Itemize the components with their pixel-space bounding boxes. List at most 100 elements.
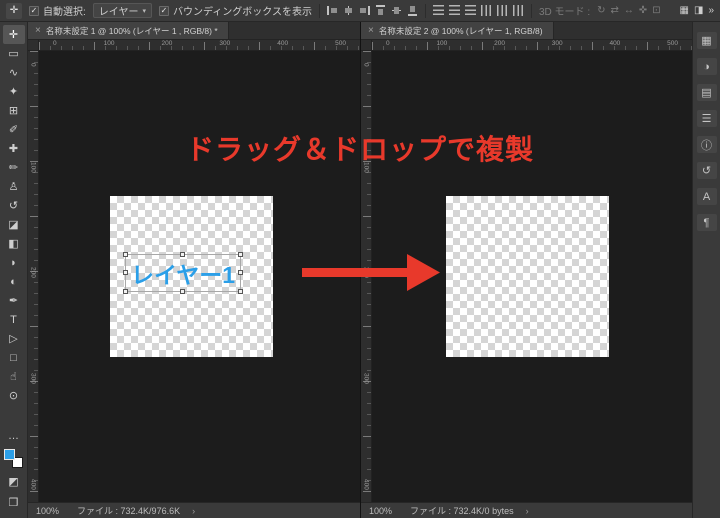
document-tab[interactable]: × 名称未設定 1 @ 100% (レイヤー 1 , RGB/8) * xyxy=(28,22,229,39)
color-swatches xyxy=(4,449,23,468)
character-panel-icon[interactable]: A xyxy=(696,188,717,205)
zoom-level[interactable]: 100% xyxy=(36,506,59,516)
auto-select-target-dropdown[interactable]: レイヤー ▾ xyxy=(92,3,152,18)
ruler-row: 0 100 200 300 400 500 xyxy=(361,40,692,51)
selection-handle[interactable] xyxy=(123,252,128,257)
distribute-left-icon[interactable] xyxy=(481,5,492,16)
status-chevron-icon[interactable]: › xyxy=(526,506,529,516)
options-bar-right-buttons: ▦ ◨ » xyxy=(680,5,714,16)
history-panel-icon[interactable]: ↺ xyxy=(696,162,717,179)
collapse-panels-icon[interactable]: » xyxy=(708,5,714,16)
ruler-origin[interactable] xyxy=(361,40,372,51)
document-tab-title: 名称未設定 2 @ 100% (レイヤー 1, RGB/8) xyxy=(378,25,543,36)
selection-handle[interactable] xyxy=(123,270,128,275)
eraser-tool-icon[interactable]: ◪ xyxy=(3,215,25,234)
auto-select-checkbox[interactable]: ✓ 自動選択: xyxy=(29,3,86,18)
align-right-icon[interactable] xyxy=(359,5,370,16)
options-bar: ✛ ✓ 自動選択: レイヤー ▾ ✓ バウンディングボックスを表示 3D モード… xyxy=(0,0,720,22)
selection-handle[interactable] xyxy=(123,289,128,294)
ruler-label: 0 xyxy=(386,40,390,47)
distribute-vertical-center-icon[interactable] xyxy=(449,5,460,16)
3d-drag-icon[interactable]: ↔ xyxy=(624,5,634,16)
ruler-label: 200 xyxy=(494,40,505,47)
align-top-icon[interactable] xyxy=(375,5,386,16)
move-tool-icon[interactable]: ✛ xyxy=(2,25,25,44)
document-tab[interactable]: × 名称未設定 2 @ 100% (レイヤー 1, RGB/8) xyxy=(361,22,554,39)
paragraph-panel-icon[interactable]: ¶ xyxy=(696,214,717,231)
selection-handle[interactable] xyxy=(238,270,243,275)
document-tab-bar: × 名称未設定 2 @ 100% (レイヤー 1, RGB/8) xyxy=(361,22,692,40)
close-icon[interactable]: × xyxy=(368,25,374,36)
info-panel-icon[interactable]: ⓘ xyxy=(696,136,717,153)
checkbox-checked-icon[interactable]: ✓ xyxy=(159,5,169,16)
foreground-color-swatch[interactable] xyxy=(4,449,15,460)
marquee-tool-icon[interactable]: ▭ xyxy=(3,44,25,63)
color-panel-icon[interactable]: ▦ xyxy=(696,32,717,49)
gradient-tool-icon[interactable]: ◧ xyxy=(3,234,25,253)
zoom-tool-icon[interactable]: ⊙ xyxy=(3,386,25,405)
status-chevron-icon[interactable]: › xyxy=(192,506,195,516)
arrange-documents-icon[interactable]: ▦ xyxy=(680,5,689,16)
path-selection-tool-icon[interactable]: ▷ xyxy=(3,329,25,348)
horizontal-ruler[interactable]: 0 100 200 300 400 500 xyxy=(372,40,692,51)
show-bounding-box-checkbox[interactable]: ✓ バウンディングボックスを表示 xyxy=(159,3,312,18)
adjustments-panel-icon[interactable]: ◑ xyxy=(696,58,717,75)
quick-selection-tool-icon[interactable]: ✦ xyxy=(3,82,25,101)
selection-handle[interactable] xyxy=(180,289,185,294)
distribute-top-icon[interactable] xyxy=(433,5,444,16)
selection-handle[interactable] xyxy=(238,289,243,294)
brush-tool-icon[interactable]: ✏ xyxy=(3,158,25,177)
blur-tool-icon[interactable]: ◗ xyxy=(3,253,25,272)
layer-text[interactable]: レイヤー1 xyxy=(131,256,235,290)
shape-tool-icon[interactable]: □ xyxy=(3,348,25,367)
properties-panel-icon[interactable]: ☰ xyxy=(696,110,717,127)
transparent-canvas[interactable]: レイヤー1 xyxy=(110,196,273,357)
quick-mask-icon[interactable]: ◩ xyxy=(3,472,25,491)
edit-toolbar-icon[interactable]: … xyxy=(3,426,25,445)
selection-handle[interactable] xyxy=(238,252,243,257)
type-tool-icon[interactable]: T xyxy=(3,310,25,329)
screen-mode-icon[interactable]: ❒ xyxy=(3,493,25,512)
3d-scale-icon[interactable]: ⊡ xyxy=(652,5,660,16)
pen-tool-icon[interactable]: ✒ xyxy=(3,291,25,310)
move-tool-preset-icon[interactable]: ✛ xyxy=(6,2,22,19)
history-brush-tool-icon[interactable]: ↺ xyxy=(3,196,25,215)
crop-tool-icon[interactable]: ⊞ xyxy=(3,101,25,120)
align-vertical-center-icon[interactable] xyxy=(391,5,402,16)
align-horizontal-center-icon[interactable] xyxy=(343,5,354,16)
ruler-label: 500 xyxy=(335,40,346,47)
distribute-buttons xyxy=(433,5,524,16)
distribute-right-icon[interactable] xyxy=(513,5,524,16)
workspace-icon[interactable]: ◨ xyxy=(694,5,703,16)
hand-tool-icon[interactable]: ☝ xyxy=(3,367,25,386)
dodge-tool-icon[interactable]: ◐ xyxy=(3,272,25,291)
3d-roll-icon[interactable]: ⇄ xyxy=(611,5,619,16)
eyedropper-tool-icon[interactable]: ✐ xyxy=(3,120,25,139)
distribute-bottom-icon[interactable] xyxy=(465,5,476,16)
close-icon[interactable]: × xyxy=(35,25,41,36)
libraries-panel-icon[interactable]: ▤ xyxy=(696,84,717,101)
separator xyxy=(425,3,426,18)
ruler-origin[interactable] xyxy=(28,40,39,51)
distribute-horizontal-center-icon[interactable] xyxy=(497,5,508,16)
document-tab-bar: × 名称未設定 1 @ 100% (レイヤー 1 , RGB/8) * xyxy=(28,22,360,40)
clone-stamp-tool-icon[interactable]: ♙ xyxy=(3,177,25,196)
arrow-annotation xyxy=(302,254,440,291)
status-bar: 100% ファイル : 732.4K/0 bytes › xyxy=(361,502,692,518)
3d-mode-label: 3D モード : xyxy=(539,7,591,18)
zoom-level[interactable]: 100% xyxy=(369,506,392,516)
vertical-ruler[interactable]: 0 100 200 300 400 xyxy=(28,51,39,502)
selection-handle[interactable] xyxy=(180,252,185,257)
3d-rotate-icon[interactable]: ↻ xyxy=(597,5,605,16)
ruler-label: 200 xyxy=(29,267,37,279)
annotation-title: ドラッグ＆ドロップで複製 xyxy=(185,134,534,165)
healing-brush-tool-icon[interactable]: ✚ xyxy=(3,139,25,158)
tools-panel: ✛ ▭ ∿ ✦ ⊞ ✐ ✚ ✏ ♙ ↺ ◪ ◧ ◗ ◐ ✒ T ▷ □ ☝ ⊙ … ◩ ❒ xyxy=(0,22,28,518)
checkbox-checked-icon[interactable]: ✓ xyxy=(29,5,39,16)
horizontal-ruler[interactable]: 0 100 200 300 400 500 xyxy=(39,40,360,51)
align-left-icon[interactable] xyxy=(327,5,338,16)
align-bottom-icon[interactable] xyxy=(407,5,418,16)
lasso-tool-icon[interactable]: ∿ xyxy=(3,63,25,82)
transparent-canvas[interactable] xyxy=(446,196,609,357)
3d-slide-icon[interactable]: ✜ xyxy=(639,5,647,16)
